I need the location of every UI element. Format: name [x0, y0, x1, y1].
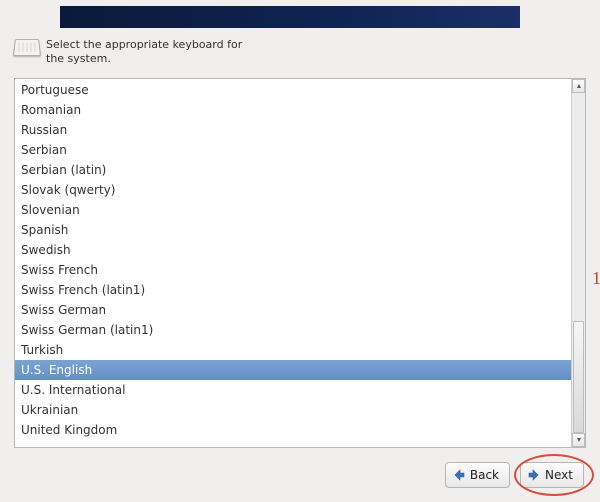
list-item[interactable]: Russian [15, 120, 571, 140]
list-item[interactable]: United Kingdom [15, 420, 571, 440]
next-button[interactable]: Next [520, 462, 584, 488]
list-item[interactable]: Portuguese [15, 80, 571, 100]
instruction-line2: the system. [46, 52, 111, 65]
nav-button-row: Back Next [445, 462, 584, 488]
instruction-text: Select the appropriate keyboard for the … [46, 38, 242, 66]
scrollbar[interactable] [571, 79, 585, 447]
list-item[interactable]: Turkish [15, 340, 571, 360]
instruction-line1: Select the appropriate keyboard for [46, 38, 242, 51]
list-item[interactable]: Swiss German [15, 300, 571, 320]
list-item[interactable]: U.S. English [15, 360, 571, 380]
scroll-up-button[interactable] [572, 79, 585, 93]
list-item[interactable]: Serbian [15, 140, 571, 160]
list-item[interactable]: Swiss German (latin1) [15, 320, 571, 340]
list-item[interactable]: Swiss French (latin1) [15, 280, 571, 300]
stray-annotation-mark: 1 [592, 268, 600, 284]
scrollbar-track[interactable] [572, 93, 585, 433]
list-item[interactable]: Serbian (latin) [15, 160, 571, 180]
keyboard-icon [13, 39, 41, 56]
chevron-down-icon [576, 437, 582, 443]
list-item[interactable]: Ukrainian [15, 400, 571, 420]
next-button-label: Next [545, 468, 573, 482]
keyboard-listbox[interactable]: PortugueseRomanianRussianSerbianSerbian … [14, 78, 586, 448]
chevron-up-icon [576, 83, 582, 89]
list-item[interactable]: Swiss French [15, 260, 571, 280]
back-button[interactable]: Back [445, 462, 510, 488]
arrow-left-icon [452, 468, 466, 482]
back-button-label: Back [470, 468, 499, 482]
list-item[interactable]: Slovenian [15, 200, 571, 220]
list-item[interactable]: Slovak (qwerty) [15, 180, 571, 200]
keyboard-list[interactable]: PortugueseRomanianRussianSerbianSerbian … [15, 79, 571, 447]
scroll-down-button[interactable] [572, 433, 585, 447]
list-item[interactable]: Spanish [15, 220, 571, 240]
instruction-row: Select the appropriate keyboard for the … [14, 38, 242, 66]
arrow-right-icon [527, 468, 541, 482]
list-item[interactable]: U.S. International [15, 380, 571, 400]
list-item[interactable]: Romanian [15, 100, 571, 120]
list-item[interactable]: Swedish [15, 240, 571, 260]
header-banner [60, 6, 520, 28]
scrollbar-thumb[interactable] [573, 321, 584, 433]
